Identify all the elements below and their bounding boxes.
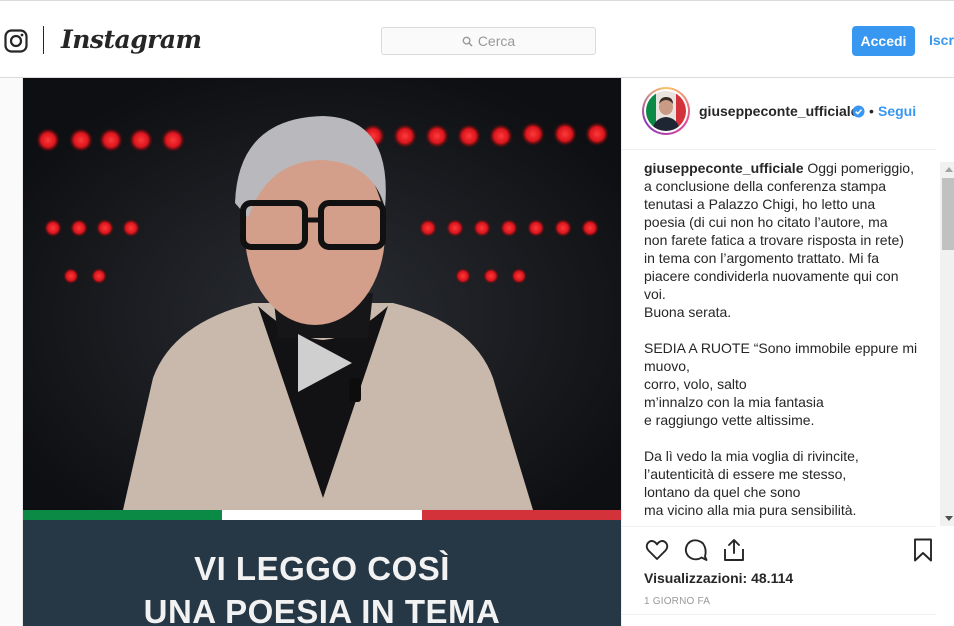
instagram-glyph-icon[interactable] [4, 29, 28, 53]
avatar[interactable] [642, 87, 690, 135]
signup-link[interactable]: Iscriviti [929, 32, 954, 48]
post-actions [644, 537, 936, 563]
bookmark-icon[interactable] [910, 537, 936, 563]
post-timestamp[interactable]: 1 GIORNO FA [644, 596, 710, 607]
search-input[interactable]: Cerca [381, 27, 596, 55]
views-label: Visualizzazioni: [644, 570, 748, 586]
share-icon[interactable] [721, 537, 747, 563]
caption-area[interactable]: giuseppeconte_ufficiale Oggi pomeriggio,… [644, 159, 940, 521]
instagram-wordmark[interactable]: Instagram [61, 25, 202, 54]
separator-dot: • [869, 103, 874, 119]
flag-white [222, 510, 422, 520]
caption: giuseppeconte_ufficiale Oggi pomeriggio,… [644, 159, 940, 519]
post-video[interactable]: VI LEGGO COSÌ UNA POESIA IN TEMA [23, 78, 621, 626]
login-button[interactable]: Accedi [852, 26, 915, 56]
flag-green [23, 510, 223, 520]
follow-button[interactable]: Segui [878, 103, 916, 119]
post-sidebar: giuseppeconte_ufficiale • Segui giuseppe… [621, 78, 954, 626]
bottom-divider [622, 614, 936, 615]
author-username[interactable]: giuseppeconte_ufficiale [699, 103, 858, 119]
play-icon[interactable] [290, 330, 356, 396]
views-number: 48.114 [751, 570, 794, 586]
logo-divider [43, 26, 44, 54]
search-placeholder: Cerca [477, 33, 516, 49]
video-caption-banner: VI LEGGO COSÌ UNA POESIA IN TEMA [23, 520, 621, 626]
scroll-thumb[interactable] [942, 178, 954, 250]
video-frame [23, 78, 621, 510]
actions-divider [622, 526, 936, 527]
flag-red [421, 510, 621, 520]
heart-icon[interactable] [644, 537, 670, 563]
italian-flag-stripe [23, 510, 621, 520]
banner-line-2: UNA POESIA IN TEMA [143, 593, 501, 626]
verified-badge-icon [852, 105, 865, 118]
scroll-up-arrow[interactable] [945, 167, 953, 172]
top-navbar: Instagram Cerca Accedi Iscriviti [0, 0, 954, 78]
scroll-down-arrow[interactable] [945, 516, 953, 521]
comment-icon[interactable] [683, 537, 709, 563]
banner-line-1: VI LEGGO COSÌ [194, 550, 450, 587]
avatar-image [646, 91, 686, 131]
views-count: Visualizzazioni: 48.114 [644, 570, 793, 586]
caption-username[interactable]: giuseppeconte_ufficiale [644, 160, 803, 176]
post-header: giuseppeconte_ufficiale • Segui [622, 78, 936, 150]
post: VI LEGGO COSÌ UNA POESIA IN TEMA giusepp… [22, 78, 954, 626]
caption-scrollbar[interactable] [940, 162, 954, 526]
caption-text: Oggi pomeriggio, a conclusione della con… [644, 160, 918, 518]
video-still [23, 78, 621, 510]
search-icon [462, 36, 473, 47]
